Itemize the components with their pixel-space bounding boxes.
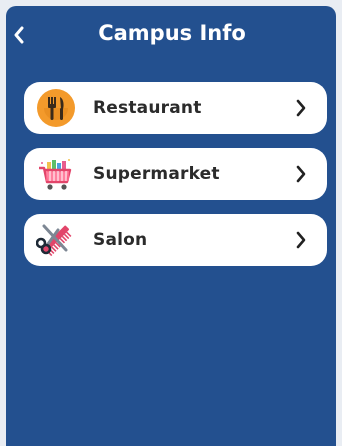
salon-label: Salon <box>93 230 148 250</box>
restaurant-label: Restaurant <box>93 98 202 118</box>
list-item-supermarket[interactable]: Supermarket <box>24 148 327 200</box>
supermarket-label: Supermarket <box>93 164 220 184</box>
scissors-comb-icon <box>36 220 76 260</box>
header-bar: Campus Info <box>6 6 336 62</box>
list-item-restaurant[interactable]: Restaurant <box>24 82 327 134</box>
chevron-right-icon <box>296 99 306 117</box>
back-button[interactable] <box>10 24 28 46</box>
chevron-right-icon <box>296 231 306 249</box>
list-item-salon[interactable]: Salon <box>24 214 327 266</box>
restaurant-icon <box>36 88 76 128</box>
chevron-right-icon <box>296 165 306 183</box>
back-arrow-icon <box>14 26 24 44</box>
category-list: Restaurant Supermarket Salon <box>24 82 327 280</box>
page-title: Campus Info <box>98 21 246 45</box>
shopping-cart-icon <box>36 154 76 194</box>
app-screen: Campus Info Restaurant Supermarket Salon <box>6 6 336 446</box>
